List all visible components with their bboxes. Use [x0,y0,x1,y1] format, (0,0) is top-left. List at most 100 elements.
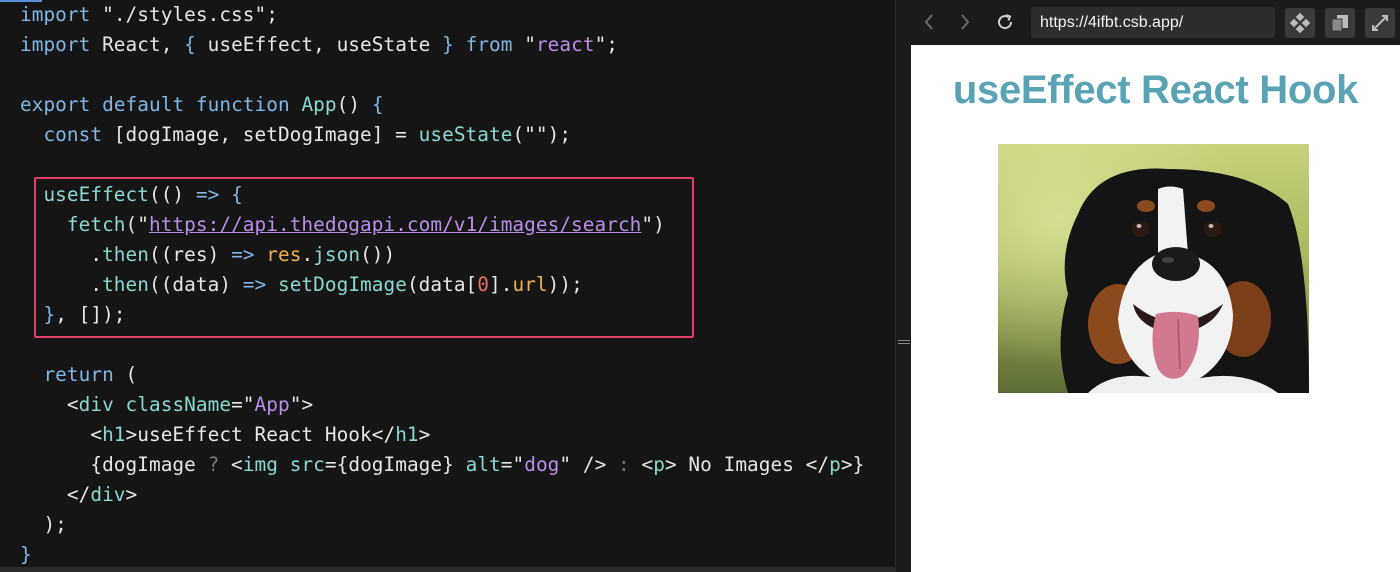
code-token: dog [524,453,560,476]
open-new-window-button[interactable] [1325,8,1355,38]
useeffect-highlight-box [34,177,694,338]
code-token: { [371,93,384,116]
reload-icon [998,14,1013,30]
code-token: alt [465,453,501,476]
code-token: { [184,33,196,56]
code-line[interactable]: <div className="App"> [20,390,864,420]
copy-icon [1331,15,1348,32]
code-token: import [20,33,91,56]
code-token: div [78,393,114,416]
code-token: {dogImage [20,453,208,476]
code-token: < [20,393,79,416]
dog-photo-illustration [998,144,1309,393]
code-token: "; [594,33,619,56]
code-token: div [90,483,126,506]
code-token: h1 [395,423,419,446]
code-token: > [125,483,138,506]
code-line[interactable]: const [dogImage, setDogImage] = useState… [20,120,864,150]
code-token: p [829,453,841,476]
splitter-grip-icon[interactable] [898,340,910,344]
code-token: h1 [102,423,126,446]
codesandbox-icon [1290,13,1310,33]
code-token: =" [231,393,255,416]
code-token: ={dogImage} [324,453,466,476]
code-token: img [242,453,278,476]
horizontal-scrollbar[interactable] [0,567,895,572]
code-token: () [336,93,372,116]
code-line[interactable]: {dogImage ? <img src={dogImage} alt="dog… [20,450,864,480]
code-token: " [512,33,536,56]
code-token: } [442,33,454,56]
code-token: p [653,453,665,476]
code-line[interactable]: export default function App() { [20,90,864,120]
code-token: react [535,33,595,56]
reload-button[interactable] [991,8,1019,36]
code-token: < [219,453,243,476]
code-token: from [465,33,513,56]
browser-preview: https://4ifbt.csb.app/ useEffect React H… [911,0,1400,572]
code-token: ( [113,363,138,386]
code-token: >} [840,453,865,476]
code-token: ? [207,453,220,476]
code-token: function [195,93,290,116]
code-token: App [301,93,337,116]
code-token: < [629,453,654,476]
code-token: default [102,93,185,116]
address-bar[interactable]: https://4ifbt.csb.app/ [1031,7,1275,38]
forward-button[interactable] [951,8,979,36]
page-heading: useEffect React Hook [952,68,1359,112]
code-token: ; [266,3,278,26]
dog-image [998,144,1309,393]
code-line[interactable]: } [20,540,864,570]
code-token: : [618,453,630,476]
code-token: > [418,423,431,446]
code-editor[interactable]: import "./styles.css"; import React, { us… [0,0,895,572]
code-line[interactable]: </div> [20,480,864,510]
code-token: =" [500,453,525,476]
codesandbox-button[interactable] [1285,8,1315,38]
fullscreen-button[interactable] [1365,8,1395,38]
code-token: import [20,3,91,26]
code-token: "./styles.css" [102,3,267,26]
code-token: React, [90,33,185,56]
back-button[interactable] [915,8,943,36]
code-token: App [254,393,290,416]
pane-splitter[interactable] [895,0,911,572]
code-token: } [20,543,32,566]
code-token: const [43,123,103,146]
code-token: > No Images </ [664,453,830,476]
code-token: return [43,363,114,386]
expand-icon [1372,15,1388,31]
chevron-right-icon [961,14,970,30]
code-token: [dogImage, setDogImage] = [102,123,419,146]
code-line[interactable]: import "./styles.css"; [20,0,864,30]
code-line[interactable]: ); [20,510,864,540]
code-line[interactable]: return ( [20,360,864,390]
code-line[interactable]: import React, { useEffect, useState } fr… [20,30,864,60]
code-line[interactable] [20,60,864,90]
code-token: ); [20,513,67,536]
code-line[interactable]: <h1>useEffect React Hook</h1> [20,420,864,450]
code-token: useEffect, useState [195,33,443,56]
code-token: " /> [559,453,619,476]
chevron-left-icon [924,14,933,30]
code-token: < [20,423,103,446]
code-token: export [20,93,91,116]
code-token: src [289,453,325,476]
code-token: className [125,393,232,416]
browser-toolbar: https://4ifbt.csb.app/ [911,0,1400,45]
code-token: (""); [512,123,572,146]
code-token: "> [289,393,314,416]
code-token: useState [418,123,513,146]
code-token: </ [20,483,91,506]
code-line[interactable] [20,150,864,180]
